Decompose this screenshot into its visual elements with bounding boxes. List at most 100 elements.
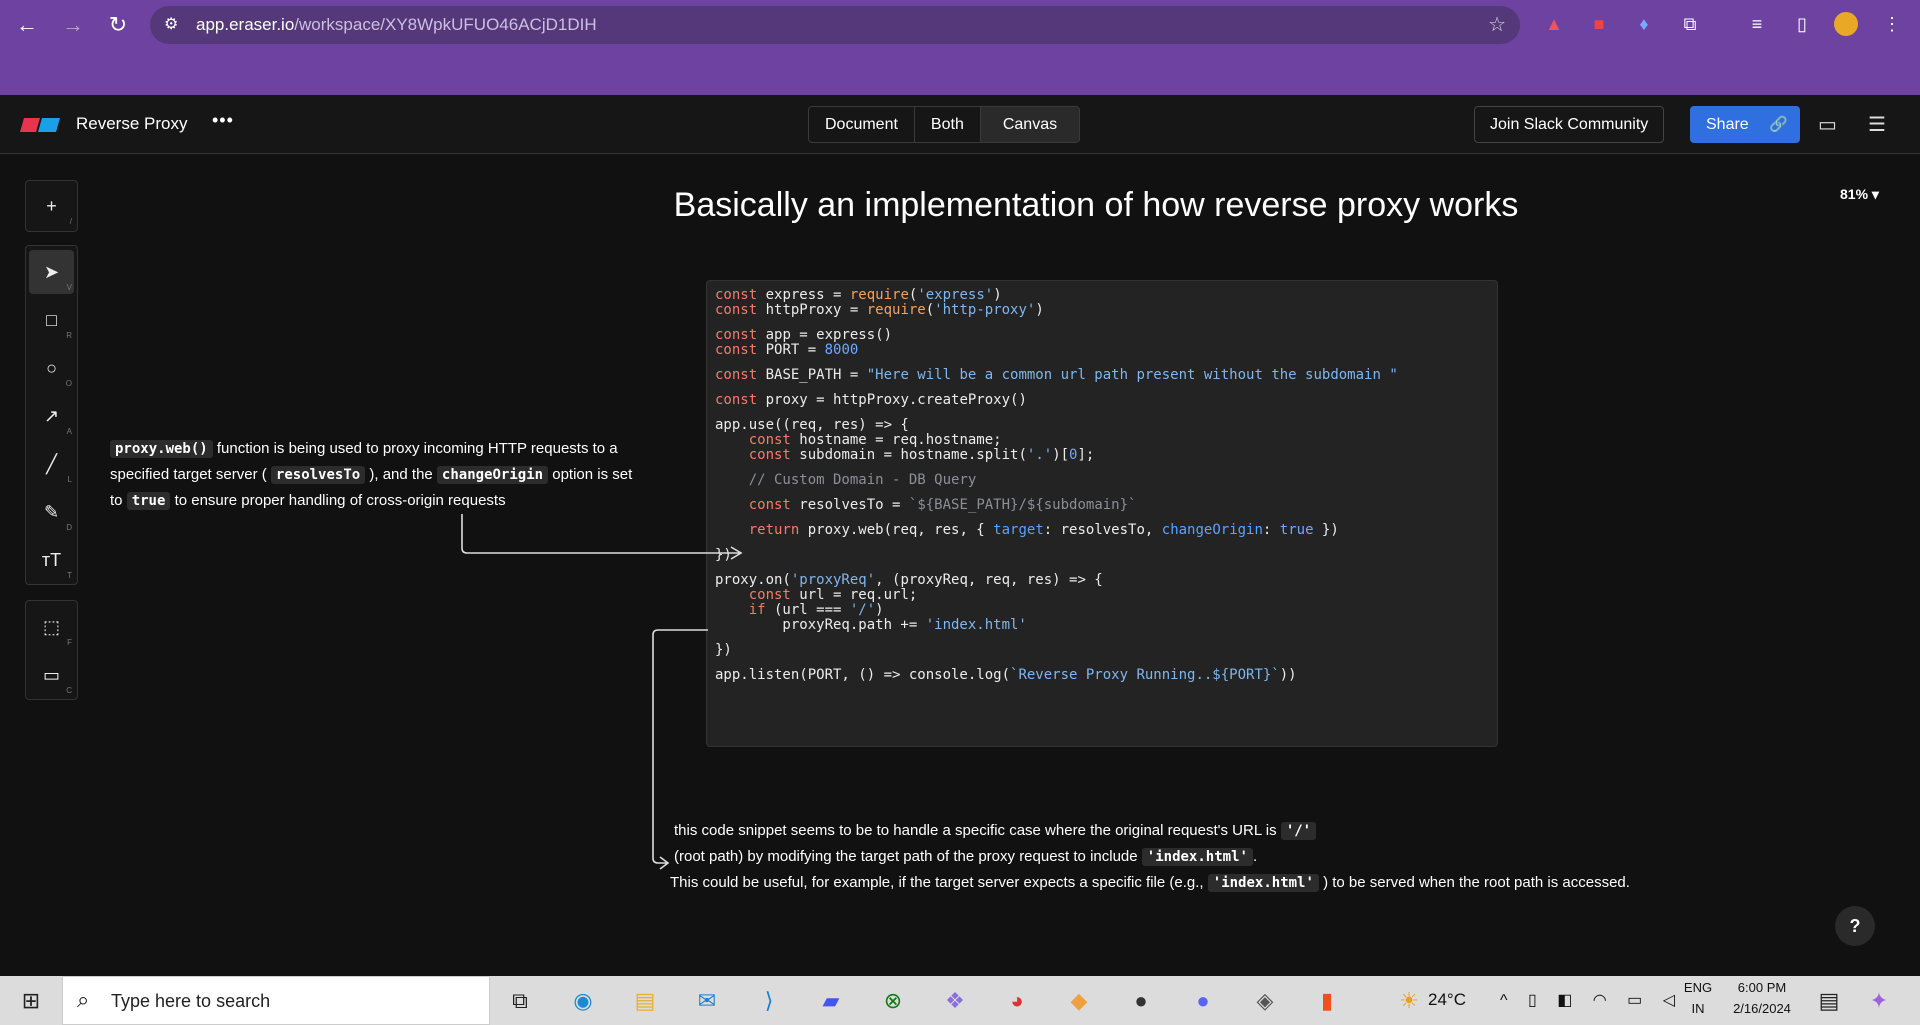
drawing-toolbar: ➤ V □ R ○ O ↗ A ╱ L ✎ DᴛT T xyxy=(25,245,78,585)
pencil-icon: ✎ xyxy=(43,502,60,522)
annotation-root-path[interactable]: this code snippet seems to be to handle … xyxy=(670,818,1630,896)
code-line: if (url === '/') xyxy=(715,603,1489,618)
code-token: proxy.on( xyxy=(715,572,791,588)
share-button[interactable]: Share 🔗 xyxy=(1690,106,1800,143)
code-token: 'http-proxy' xyxy=(934,302,1036,318)
code-token: const xyxy=(715,367,758,383)
side-panel-icon[interactable]: ▯ xyxy=(1790,12,1814,36)
zoom-level-dropdown[interactable]: 81% ▾ xyxy=(1840,186,1879,203)
copilot-icon[interactable]: ❖ xyxy=(938,984,972,1018)
forward-icon[interactable]: → xyxy=(58,10,88,40)
text-tool[interactable]: ᴛT T xyxy=(29,538,74,582)
address-bar[interactable]: ⚙ app.eraser.io/workspace/XY8WpkUFUO46AC… xyxy=(150,6,1520,44)
file-explorer-icon[interactable]: ▤ xyxy=(628,984,662,1018)
todoist-extension-icon[interactable]: ■ xyxy=(1587,12,1611,36)
arrow-tool[interactable]: ↗ A xyxy=(29,394,74,438)
code-token: BASE_PATH = xyxy=(757,367,867,383)
rectangle-tool[interactable]: □ R xyxy=(29,298,74,342)
rectangle-icon: □ xyxy=(46,310,57,330)
code-token: 'proxyReq' xyxy=(790,572,876,588)
media-control-icon[interactable]: ≡ xyxy=(1745,12,1769,36)
code-line: const hostname = req.hostname; xyxy=(715,433,1489,448)
task-view-icon[interactable]: ⧉ xyxy=(503,984,537,1018)
code-token: ) xyxy=(875,602,884,618)
code-line: const BASE_PATH = "Here will be a common… xyxy=(715,368,1489,383)
eraser-logo[interactable] xyxy=(20,118,60,132)
browser-menu-icon[interactable]: ⋮ xyxy=(1880,12,1904,36)
annotation-proxy-web[interactable]: proxy.web() function is being used to pr… xyxy=(110,436,632,514)
extension-icon[interactable]: ▲ xyxy=(1542,12,1566,36)
help-button[interactable]: ? xyxy=(1835,906,1875,946)
tab-canvas[interactable]: Canvas xyxy=(980,107,1080,142)
comment-icon[interactable]: ▭ xyxy=(1818,112,1837,137)
circle-icon: ○ xyxy=(46,358,57,378)
join-slack-button[interactable]: Join Slack Community xyxy=(1474,106,1665,143)
code-line: // Custom Domain - DB Query xyxy=(715,473,1489,488)
clock[interactable]: 6:00 PM 2/16/2024 xyxy=(1722,980,1802,1016)
line-tool[interactable]: ╱ L xyxy=(29,442,74,486)
more-options-button[interactable]: ••• xyxy=(212,110,234,131)
code-token: ) xyxy=(993,287,1002,303)
code-token: ) xyxy=(1035,302,1044,318)
code-token: target xyxy=(993,522,1044,538)
notifications-icon[interactable]: ▤ xyxy=(1812,984,1846,1018)
copilot-preview-icon[interactable]: ✦ xyxy=(1862,984,1896,1018)
code-token: subdomain = hostname.split( xyxy=(790,447,1027,463)
weather-icon[interactable]: ☀ xyxy=(1392,984,1426,1018)
language-indicator[interactable]: ENG IN xyxy=(1683,980,1713,1016)
bookmark-star-icon[interactable]: ☆ xyxy=(1488,12,1506,37)
app-icon[interactable]: ◆ xyxy=(1062,984,1096,1018)
unity-icon[interactable]: ◈ xyxy=(1248,984,1282,1018)
code-token: const xyxy=(715,327,758,343)
code-token: }) xyxy=(715,642,732,658)
mail-icon[interactable]: ✉ xyxy=(690,984,724,1018)
code-token: 'index.html' xyxy=(925,617,1027,633)
extension-icon[interactable]: ♦ xyxy=(1632,12,1656,36)
system-tray-icons[interactable]: ^ ▯ ◧ ◠ ▭ ◁ xyxy=(1500,990,1683,1010)
reload-icon[interactable]: ↻ xyxy=(103,10,133,40)
code-token: app.listen(PORT, () => console.log( xyxy=(715,667,1011,683)
xbox-icon[interactable]: ⊗ xyxy=(876,984,910,1018)
extensions-puzzle-icon[interactable]: ⧉ xyxy=(1678,12,1702,36)
tab-both[interactable]: Both xyxy=(915,107,981,142)
taskbar-search-input[interactable]: ⌕ Type here to search xyxy=(62,976,490,1025)
frame-tool[interactable]: ⬚ F xyxy=(29,605,74,649)
code-token: 'express' xyxy=(917,287,994,303)
text-icon: ᴛT xyxy=(41,550,62,570)
canvas-title[interactable]: Basically an implementation of how rever… xyxy=(0,186,1920,225)
app-icon[interactable]: ▰ xyxy=(814,984,848,1018)
outline-icon[interactable]: ☰ xyxy=(1868,112,1886,137)
code-token: httpProxy = xyxy=(757,302,867,318)
code-token: ( xyxy=(925,302,935,318)
document-title[interactable]: Reverse Proxy xyxy=(76,114,187,134)
edge-icon[interactable]: ◉ xyxy=(566,984,600,1018)
back-icon[interactable]: ← xyxy=(12,10,42,40)
link-icon[interactable]: 🔗 xyxy=(1769,106,1788,143)
weather-temp[interactable]: 24°C xyxy=(1428,990,1466,1010)
vscode-icon[interactable]: ⟩ xyxy=(752,984,786,1018)
code-token: : xyxy=(1262,522,1280,538)
code-token: const xyxy=(748,497,791,513)
code-token: `${BASE_PATH}/${subdomain}` xyxy=(908,497,1137,513)
code-block[interactable]: const express = require('express') const … xyxy=(706,280,1498,747)
chrome-icon[interactable]: ◕ xyxy=(1000,984,1034,1018)
discord-icon[interactable]: ● xyxy=(1186,984,1220,1018)
figma-icon[interactable]: ▮ xyxy=(1310,984,1344,1018)
pencil-tool[interactable]: ✎ D xyxy=(29,490,74,534)
site-settings-icon[interactable]: ⚙ xyxy=(164,14,178,34)
code-token: const xyxy=(748,587,791,603)
code-line: proxyReq.path += 'index.html' xyxy=(715,618,1489,633)
app-icon[interactable]: ● xyxy=(1124,984,1158,1018)
code-token: )[ xyxy=(1052,447,1070,463)
cursor-tool[interactable]: ➤ V xyxy=(29,250,74,294)
tab-document[interactable]: Document xyxy=(809,107,915,142)
windows-start-icon[interactable]: ⊞ xyxy=(14,984,48,1018)
circle-tool[interactable]: ○ O xyxy=(29,346,74,390)
code-token: , (proxyReq, req, res) => { xyxy=(875,572,1103,588)
comment-tool[interactable]: ▭ C xyxy=(29,653,74,697)
profile-avatar[interactable] xyxy=(1834,12,1858,36)
